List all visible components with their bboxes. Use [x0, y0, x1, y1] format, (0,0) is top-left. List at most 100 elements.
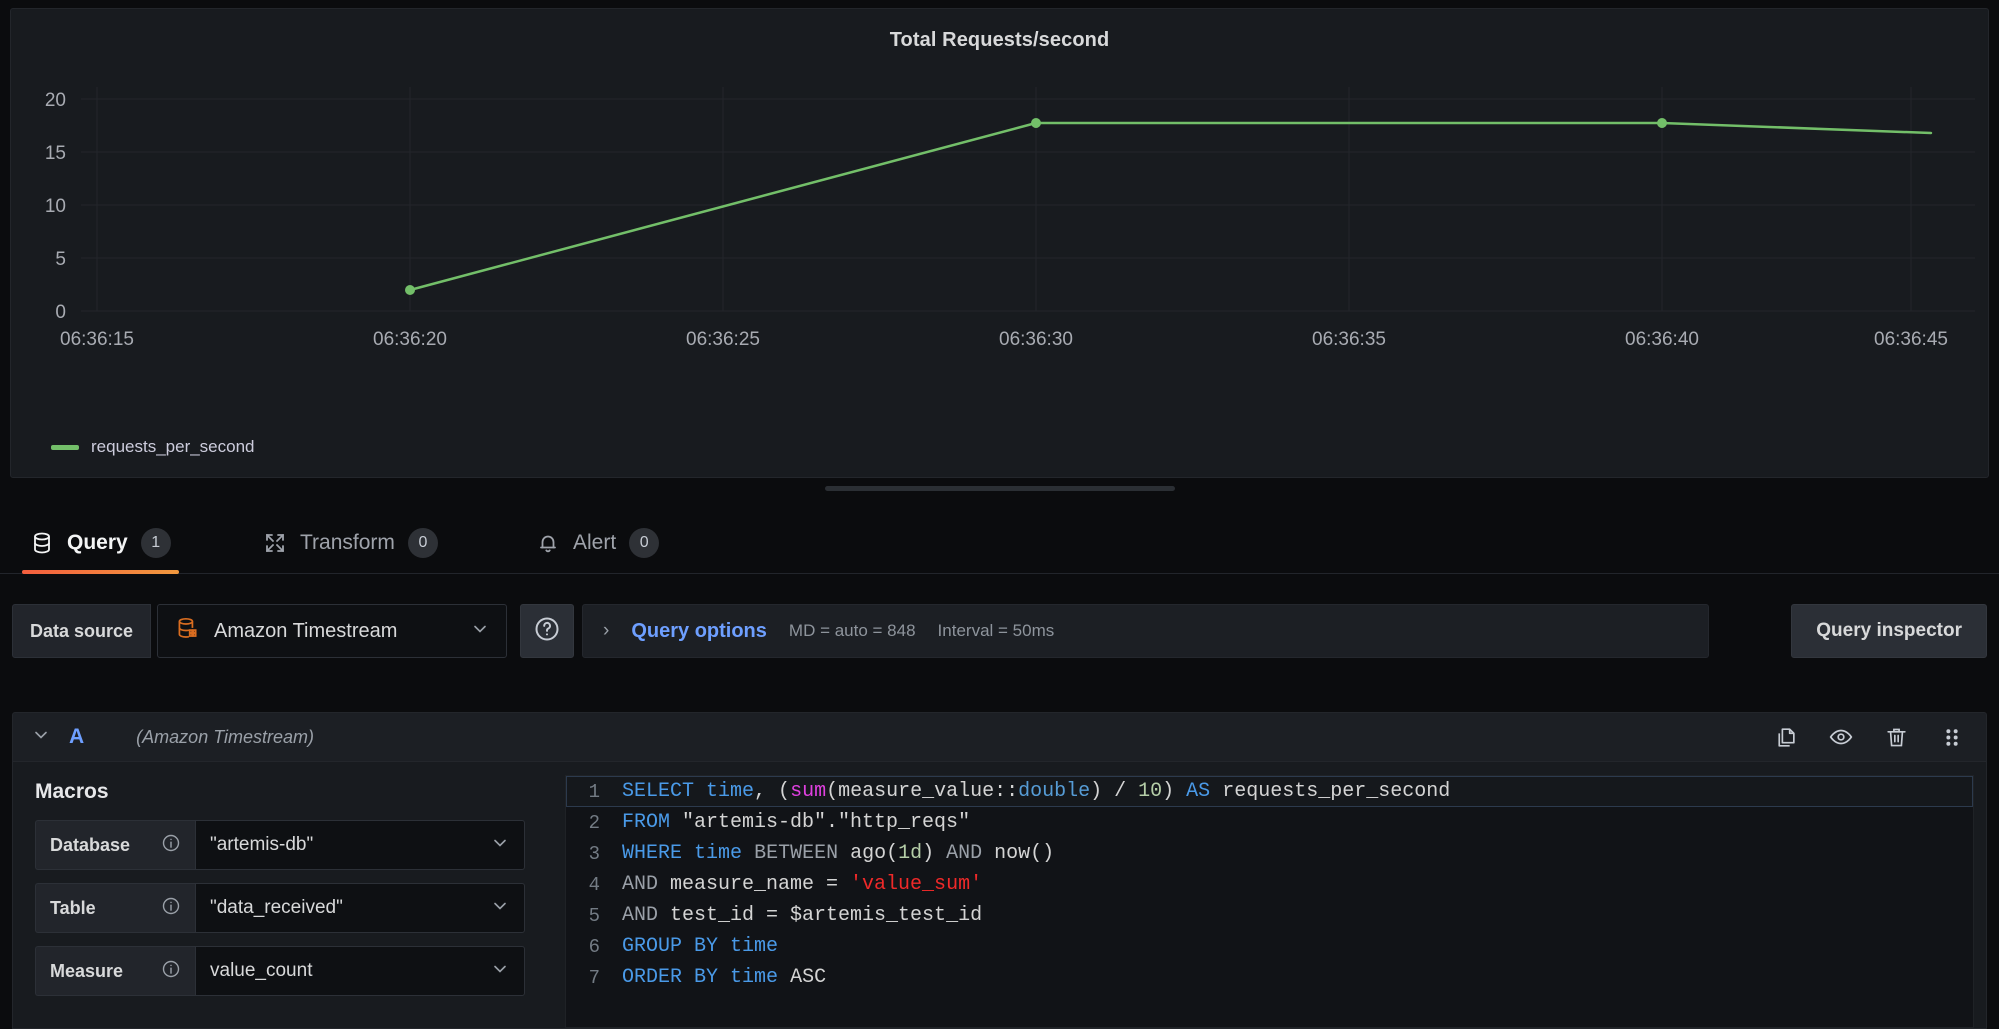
sql-line-number: 4 — [588, 873, 600, 896]
sql-line-code: ORDER BY time ASC — [622, 966, 827, 989]
info-circle-icon[interactable] — [161, 959, 181, 984]
macro-row-table: Table "data_received" — [35, 883, 565, 933]
chevron-down-icon — [490, 896, 510, 921]
legend-color-swatch — [51, 444, 79, 450]
chart-y-tick-labels: 20 15 10 5 0 — [45, 90, 66, 323]
query-datasource-name: (Amazon Timestream) — [136, 726, 315, 747]
query-ref-id[interactable]: A — [69, 725, 84, 749]
macro-measure-value: value_count — [210, 960, 313, 981]
chart-plot-area[interactable]: 20 15 10 5 0 06:36:15 06:36:20 06:36:25 … — [11, 75, 1988, 405]
chevron-right-icon: › — [603, 620, 610, 641]
tab-query[interactable]: Query 1 — [12, 512, 189, 574]
chart-series-line — [408, 121, 1933, 292]
macro-table-value: "data_received" — [210, 897, 343, 918]
macro-select-table[interactable]: "data_received" — [195, 883, 525, 933]
macro-select-measure[interactable]: value_count — [195, 946, 525, 996]
query-options-bar[interactable]: › Query options MD = auto = 848 Interval… — [582, 604, 1709, 658]
macro-label-measure: Measure — [35, 946, 195, 996]
tab-alert[interactable]: Alert 0 — [518, 512, 677, 574]
query-editor-body: Macros Database "artemis-db" Table "data… — [12, 762, 1987, 1029]
data-source-label: Data source — [12, 604, 152, 658]
remove-query-icon[interactable] — [1884, 725, 1909, 750]
bell-icon — [536, 531, 560, 555]
macro-table-key-text: Table — [50, 897, 96, 918]
svg-text:0: 0 — [55, 302, 66, 323]
macro-database-value: "artemis-db" — [210, 834, 314, 855]
sql-line-number: 6 — [588, 935, 600, 958]
tab-query-count: 1 — [140, 528, 171, 558]
sql-line-number: 7 — [588, 966, 600, 989]
svg-text:06:36:45: 06:36:45 — [1874, 329, 1948, 350]
svg-text:06:36:15: 06:36:15 — [60, 329, 134, 350]
legend-series-label[interactable]: requests_per_second — [91, 437, 255, 457]
chart-x-tick-labels: 06:36:15 06:36:20 06:36:25 06:36:30 06:3… — [60, 329, 1948, 350]
svg-text:06:36:35: 06:36:35 — [1312, 329, 1386, 350]
timestream-logo-icon — [174, 616, 200, 647]
macro-select-database[interactable]: "artemis-db" — [195, 820, 525, 870]
data-source-help-button[interactable] — [520, 604, 574, 658]
svg-text:20: 20 — [45, 90, 66, 111]
data-source-value: Amazon Timestream — [214, 619, 398, 642]
info-circle-icon[interactable] — [161, 896, 181, 921]
svg-text:06:36:20: 06:36:20 — [373, 329, 447, 350]
sql-line-number: 5 — [588, 904, 600, 927]
transform-icon — [263, 531, 287, 555]
macro-label-table: Table — [35, 883, 195, 933]
query-inspector-button[interactable]: Query inspector — [1791, 604, 1987, 658]
svg-text:5: 5 — [55, 249, 66, 270]
macro-label-database: Database — [35, 820, 195, 870]
sql-line-code: SELECT time, (sum(measure_value::double)… — [622, 780, 1451, 803]
svg-text:06:36:30: 06:36:30 — [999, 329, 1073, 350]
sql-line[interactable]: 2 FROM "artemis-db"."http_reqs" — [566, 807, 1973, 838]
tab-query-label: Query — [67, 531, 128, 554]
panel-resize-handle[interactable] — [824, 486, 1175, 491]
panel-title: Total Requests/second — [889, 29, 1110, 51]
macros-panel: Macros Database "artemis-db" Table "data… — [13, 762, 565, 1028]
macro-measure-key-text: Measure — [50, 960, 124, 981]
chevron-down-icon — [490, 833, 510, 858]
sql-line-code: AND measure_name = 'value_sum' — [622, 873, 983, 896]
macros-title: Macros — [35, 780, 109, 803]
sql-line-code: WHERE time BETWEEN ago(1d) AND now() — [622, 842, 1055, 865]
sql-line[interactable]: 1 SELECT time, (sum(measure_value::double… — [566, 776, 1973, 807]
sql-code-editor[interactable]: 1 SELECT time, (sum(measure_value::double… — [565, 775, 1974, 1028]
active-tab-indicator — [22, 570, 179, 574]
macro-row-measure: Measure value_count — [35, 946, 565, 996]
svg-text:06:36:25: 06:36:25 — [686, 329, 760, 350]
sql-line-code: GROUP BY time — [622, 935, 779, 958]
tab-transform-count: 0 — [407, 528, 438, 558]
chart-legend[interactable]: requests_per_second — [51, 437, 255, 457]
sql-line-code: FROM "artemis-db"."http_reqs" — [622, 811, 971, 834]
database-icon — [30, 531, 54, 555]
data-source-picker[interactable]: Amazon Timestream — [157, 604, 507, 658]
chart-svg: 20 15 10 5 0 06:36:15 06:36:20 06:36:25 … — [45, 87, 1975, 350]
chevron-down-icon — [470, 619, 490, 644]
tab-alert-count: 0 — [629, 528, 660, 558]
query-toolbar: Data source Amazon Timestream › Query op… — [0, 596, 1999, 668]
tab-transform[interactable]: Transform 0 — [245, 512, 456, 574]
chart-gridlines-horizontal — [81, 98, 1975, 312]
sql-line[interactable]: 3 WHERE time BETWEEN ago(1d) AND now() — [566, 838, 1973, 869]
hide-response-icon[interactable] — [1828, 724, 1854, 750]
macro-row-database: Database "artemis-db" — [35, 820, 565, 870]
chevron-down-icon — [490, 959, 510, 984]
sql-line[interactable]: 6 GROUP BY time — [566, 931, 1973, 962]
query-options-toggle[interactable]: Query options — [631, 620, 767, 643]
svg-text:10: 10 — [45, 196, 66, 217]
query-options-interval: Interval = 50ms — [937, 621, 1055, 640]
sql-line[interactable]: 7 ORDER BY time ASC — [566, 962, 1973, 993]
query-row-actions — [1773, 724, 1986, 750]
tab-transform-label: Transform — [300, 531, 395, 554]
sql-line-code: AND test_id = $artemis_test_id — [622, 904, 983, 927]
question-circle-icon — [533, 615, 561, 648]
duplicate-query-icon[interactable] — [1773, 725, 1798, 750]
sql-line[interactable]: 5 AND test_id = $artemis_test_id — [566, 900, 1973, 931]
sql-line[interactable]: 4 AND measure_name = 'value_sum' — [566, 869, 1973, 900]
tab-alert-label: Alert — [573, 531, 617, 554]
collapse-query-icon[interactable] — [13, 725, 69, 750]
info-circle-icon[interactable] — [161, 833, 181, 858]
drag-handle-icon[interactable] — [1939, 725, 1964, 750]
svg-text:06:36:40: 06:36:40 — [1625, 329, 1699, 350]
query-options-max-data-points: MD = auto = 848 — [788, 621, 916, 640]
sql-line-number: 1 — [588, 780, 600, 803]
